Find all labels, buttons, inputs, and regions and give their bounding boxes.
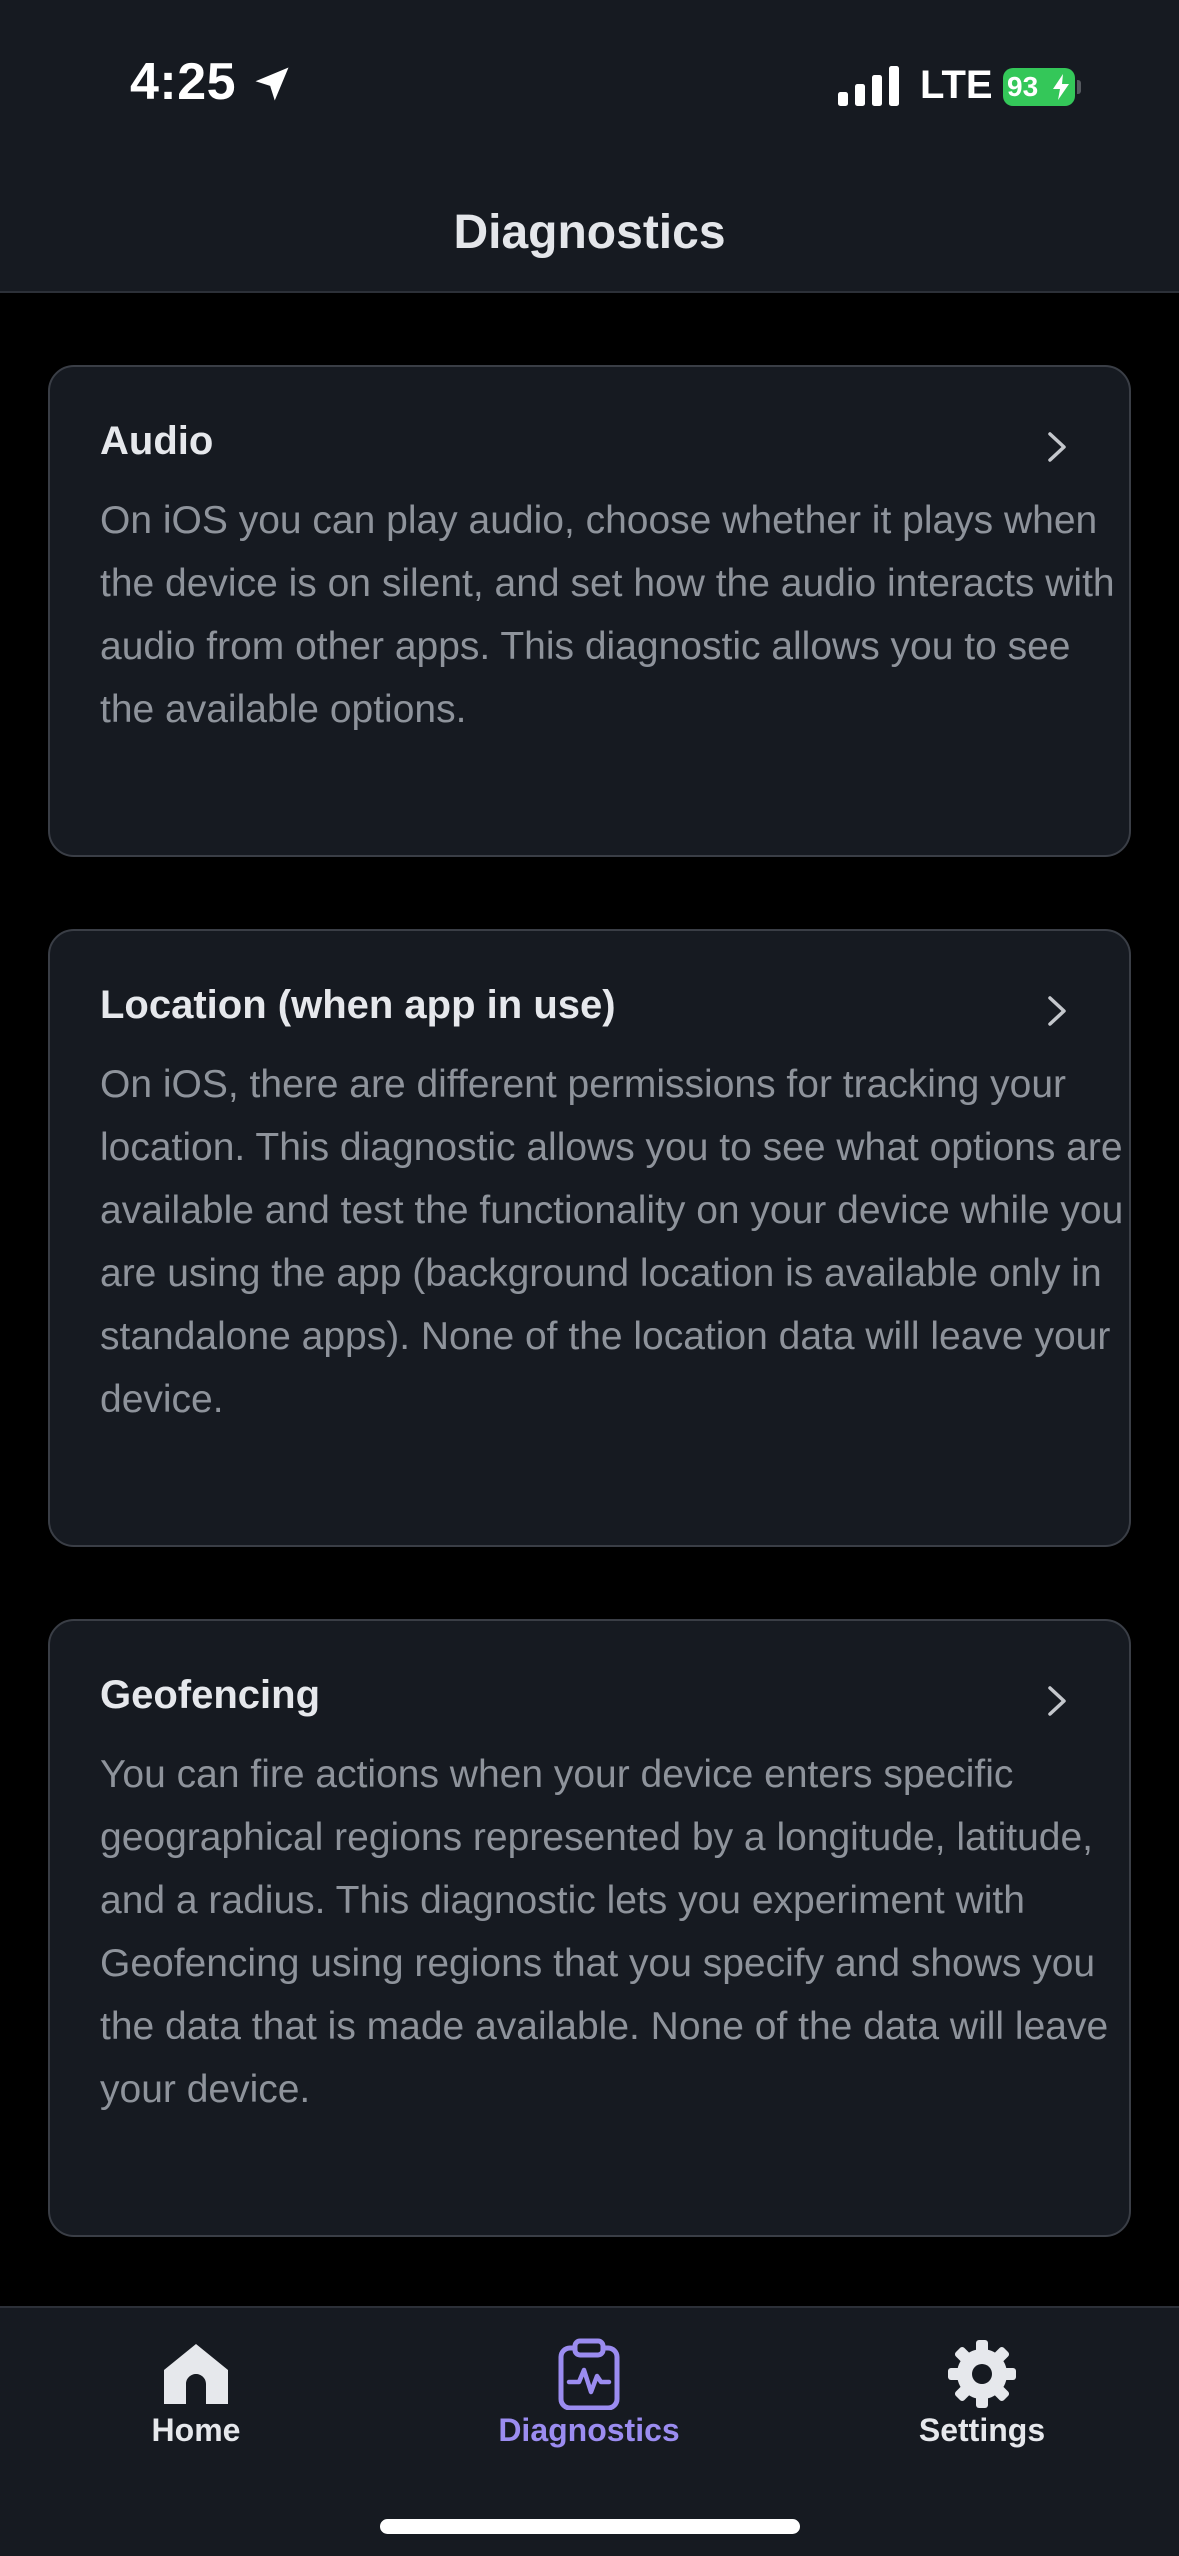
gear-icon	[948, 2340, 1016, 2408]
card-title: Geofencing	[100, 1673, 321, 1717]
tab-diagnostics[interactable]: Diagnostics	[449, 2308, 729, 2468]
home-icon	[164, 2344, 228, 2404]
battery-indicator: 93	[1003, 68, 1081, 106]
chevron-right-icon	[1048, 432, 1066, 462]
page-title: Diagnostics	[453, 206, 726, 259]
tab-home[interactable]: Home	[56, 2308, 336, 2468]
card-description: On iOS, there are different permissions …	[100, 1063, 1124, 1421]
diagnostic-card-geofencing[interactable]: Geofencing You can fire actions when you…	[48, 1619, 1131, 2237]
card-description: On iOS you can play audio, choose whethe…	[100, 499, 1115, 731]
tab-label: Settings	[918, 2412, 1046, 2448]
chevron-right-icon	[1048, 1686, 1066, 1716]
tab-label: Home	[151, 2412, 241, 2448]
card-description: You can fire actions when your device en…	[100, 1753, 1109, 2111]
battery-nub	[1077, 80, 1081, 94]
tab-label: Diagnostics	[498, 2412, 680, 2448]
diagnostic-card-location[interactable]: Location (when app in use) On iOS, there…	[48, 929, 1131, 1547]
home-indicator	[380, 2519, 800, 2534]
clipboard-pulse-icon	[558, 2338, 620, 2410]
status-time: 4:25	[130, 53, 237, 111]
charging-bolt-icon	[1053, 74, 1069, 100]
tab-settings[interactable]: Settings	[842, 2308, 1122, 2468]
navigation-header: 4:25 LTE 93 Diagnostics	[0, 0, 1179, 293]
location-arrow-icon	[255, 67, 289, 101]
diagnostic-card-audio[interactable]: Audio On iOS you can play audio, choose …	[48, 365, 1131, 857]
card-title: Location (when app in use)	[100, 983, 616, 1027]
network-type: LTE	[920, 63, 993, 107]
card-title: Audio	[100, 419, 214, 463]
cellular-signal-icon	[838, 66, 899, 106]
chevron-right-icon	[1048, 996, 1066, 1026]
